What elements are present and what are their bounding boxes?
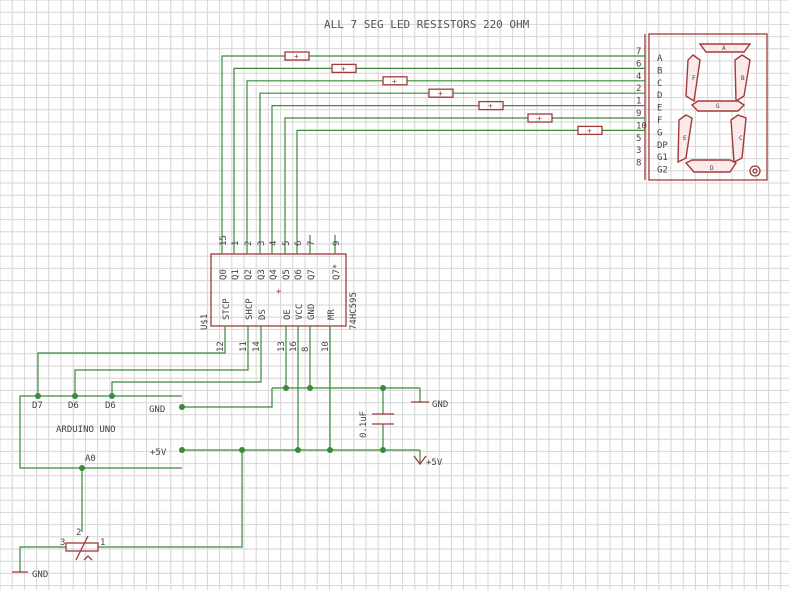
sr-top-pin-label: Q6 xyxy=(294,269,304,280)
pin-a0-dot xyxy=(79,465,85,471)
sr-top-pin-number: 15 xyxy=(219,235,229,246)
sr-top-pin-number: 7 xyxy=(307,241,317,246)
junction xyxy=(239,447,245,453)
sr-top-pin-label: Q2 xyxy=(244,269,254,280)
sr-bottom-pin-label: GND xyxy=(307,304,317,320)
seg-letter-b: B xyxy=(741,75,745,82)
seg-letter-g: G xyxy=(716,103,720,110)
junction xyxy=(380,385,386,391)
shift-register-74hc595: + U$1 74HC595 15 Q0 1 Q1 2 Q2 3 Q3 4 Q4 5 Q5 6 Q6 7 Q7 9… xyxy=(200,235,359,352)
display-pin-signal: G1 xyxy=(657,153,668,163)
pin-label-d6: D6 xyxy=(68,401,79,411)
schematic-title: ALL 7 SEG LED RESISTORS 220 OHM xyxy=(324,18,530,31)
pin-label-d6b: D6 xyxy=(105,401,116,411)
pot-pin-1: 1 xyxy=(100,538,105,548)
sr-top-pin-number: 4 xyxy=(269,241,279,246)
segment-wire xyxy=(271,104,479,235)
sr-top-pin-label: Q3 xyxy=(257,269,267,280)
wire-stcp xyxy=(37,346,226,396)
sr-top-pin-number: 2 xyxy=(244,241,254,246)
sr-bottom-pin-label: VCC xyxy=(295,304,305,320)
potentiometer: 3 2 1 GND xyxy=(12,528,105,580)
display-pin-signal: E xyxy=(657,104,662,114)
display-pin-list: 7A6B4C2D1E9F10G5DP3G18G2 xyxy=(636,47,668,176)
display-pin-signal: C xyxy=(657,79,662,89)
pot-gnd-label: GND xyxy=(32,570,48,580)
sr-top-pin-label: Q7* xyxy=(332,264,342,280)
shift-register-name: U$1 xyxy=(200,314,210,330)
pot-wiper-arrow xyxy=(75,535,89,561)
vcc-symbol: +5V xyxy=(413,450,443,468)
gnd-label: GND xyxy=(432,400,448,410)
origin-mark: + xyxy=(276,287,282,297)
gnd-symbol: GND xyxy=(411,400,448,410)
sr-bottom-pin-label: STCP xyxy=(222,298,232,320)
sr-top-pin-label: Q4 xyxy=(269,269,279,280)
display-pin-number: 5 xyxy=(636,134,641,144)
segment-wire xyxy=(284,117,528,235)
resistor-mark: + xyxy=(587,126,592,135)
junction xyxy=(380,447,386,453)
sr-top-pin-label: Q1 xyxy=(231,269,241,280)
seg-letter-e: E xyxy=(683,135,687,142)
resistor-mark: + xyxy=(294,52,299,61)
pot-pin-3: 3 xyxy=(60,538,65,548)
display-pin-signal: F xyxy=(657,116,662,126)
sr-top-pin-number: 6 xyxy=(294,241,304,246)
display-pin-signal: DP xyxy=(657,141,668,151)
junction xyxy=(283,385,289,391)
junction xyxy=(307,385,313,391)
sr-top-pin-label: Q7 xyxy=(307,269,317,280)
sr-top-pin-number: 5 xyxy=(282,241,292,246)
display-pin-signal: G xyxy=(657,128,662,138)
display-pin-signal: B xyxy=(657,66,662,76)
display-pin-signal: A xyxy=(657,54,663,64)
sr-top-pin-label: Q5 xyxy=(282,269,292,280)
sr-bottom-pin-label: DS xyxy=(258,309,268,320)
vcc-label: +5V xyxy=(426,458,443,468)
pin-d6-dot xyxy=(72,393,78,399)
pin-label-d7: D7 xyxy=(32,401,43,411)
grid-background xyxy=(0,0,789,590)
seg-letter-a: A xyxy=(722,45,726,52)
sr-bottom-pin-label: SHCP xyxy=(245,298,255,320)
display-pin-number: 3 xyxy=(636,146,641,156)
display-pin-number: 8 xyxy=(636,159,641,169)
pot-vcc-wire xyxy=(98,450,243,548)
arduino-label: ARDUINO UNO xyxy=(56,425,116,435)
sr-top-pin-number: 3 xyxy=(257,241,267,246)
sr-top-pin-label: Q0 xyxy=(219,269,229,280)
pin-d7-dot xyxy=(35,393,41,399)
sr-bottom-pin-label: OE xyxy=(283,309,293,320)
resistor-mark: + xyxy=(537,114,542,123)
seg-letter-d: D xyxy=(710,165,714,172)
sr-top-pin-number: 9 xyxy=(332,241,342,246)
pin-label-gnd: GND xyxy=(149,405,165,415)
arduino-uno: D7 D6 D6 GND A0 +5V ARDUINO UNO xyxy=(19,393,185,471)
resistor-mark: + xyxy=(341,64,346,73)
display-pin-signal: D xyxy=(657,91,662,101)
resistor-mark: + xyxy=(488,102,493,111)
capacitor-value: 0.1uF xyxy=(359,411,369,438)
seg-letter-c: C xyxy=(739,135,743,142)
sr-bottom-pin-label: MR xyxy=(327,309,337,320)
pot-gnd-wire xyxy=(19,546,66,572)
segment-wire xyxy=(246,80,383,235)
pot-pin-2: 2 xyxy=(76,528,81,538)
display-pin-signal: G2 xyxy=(657,166,668,176)
junction xyxy=(327,447,333,453)
schematic-canvas: ALL 7 SEG LED RESISTORS 220 OHM A B C D … xyxy=(0,0,789,590)
pin-5v-dot xyxy=(179,447,185,453)
pin-d6b-dot xyxy=(109,393,115,399)
junction xyxy=(295,447,301,453)
shift-register-part: 74HC595 xyxy=(349,292,359,330)
pin-label-5v: +5V xyxy=(150,448,167,458)
resistor-mark: + xyxy=(392,77,397,86)
resistor-mark: + xyxy=(438,89,443,98)
pin-label-a0: A0 xyxy=(85,454,96,464)
shift-register-bottom-pins: 12STCP11SHCP14DS13OE16VCC8GND10MR xyxy=(216,298,337,352)
seg-letter-f: F xyxy=(692,75,696,82)
pin-gnd-dot xyxy=(179,404,185,410)
sr-top-pin-number: 1 xyxy=(231,241,241,246)
